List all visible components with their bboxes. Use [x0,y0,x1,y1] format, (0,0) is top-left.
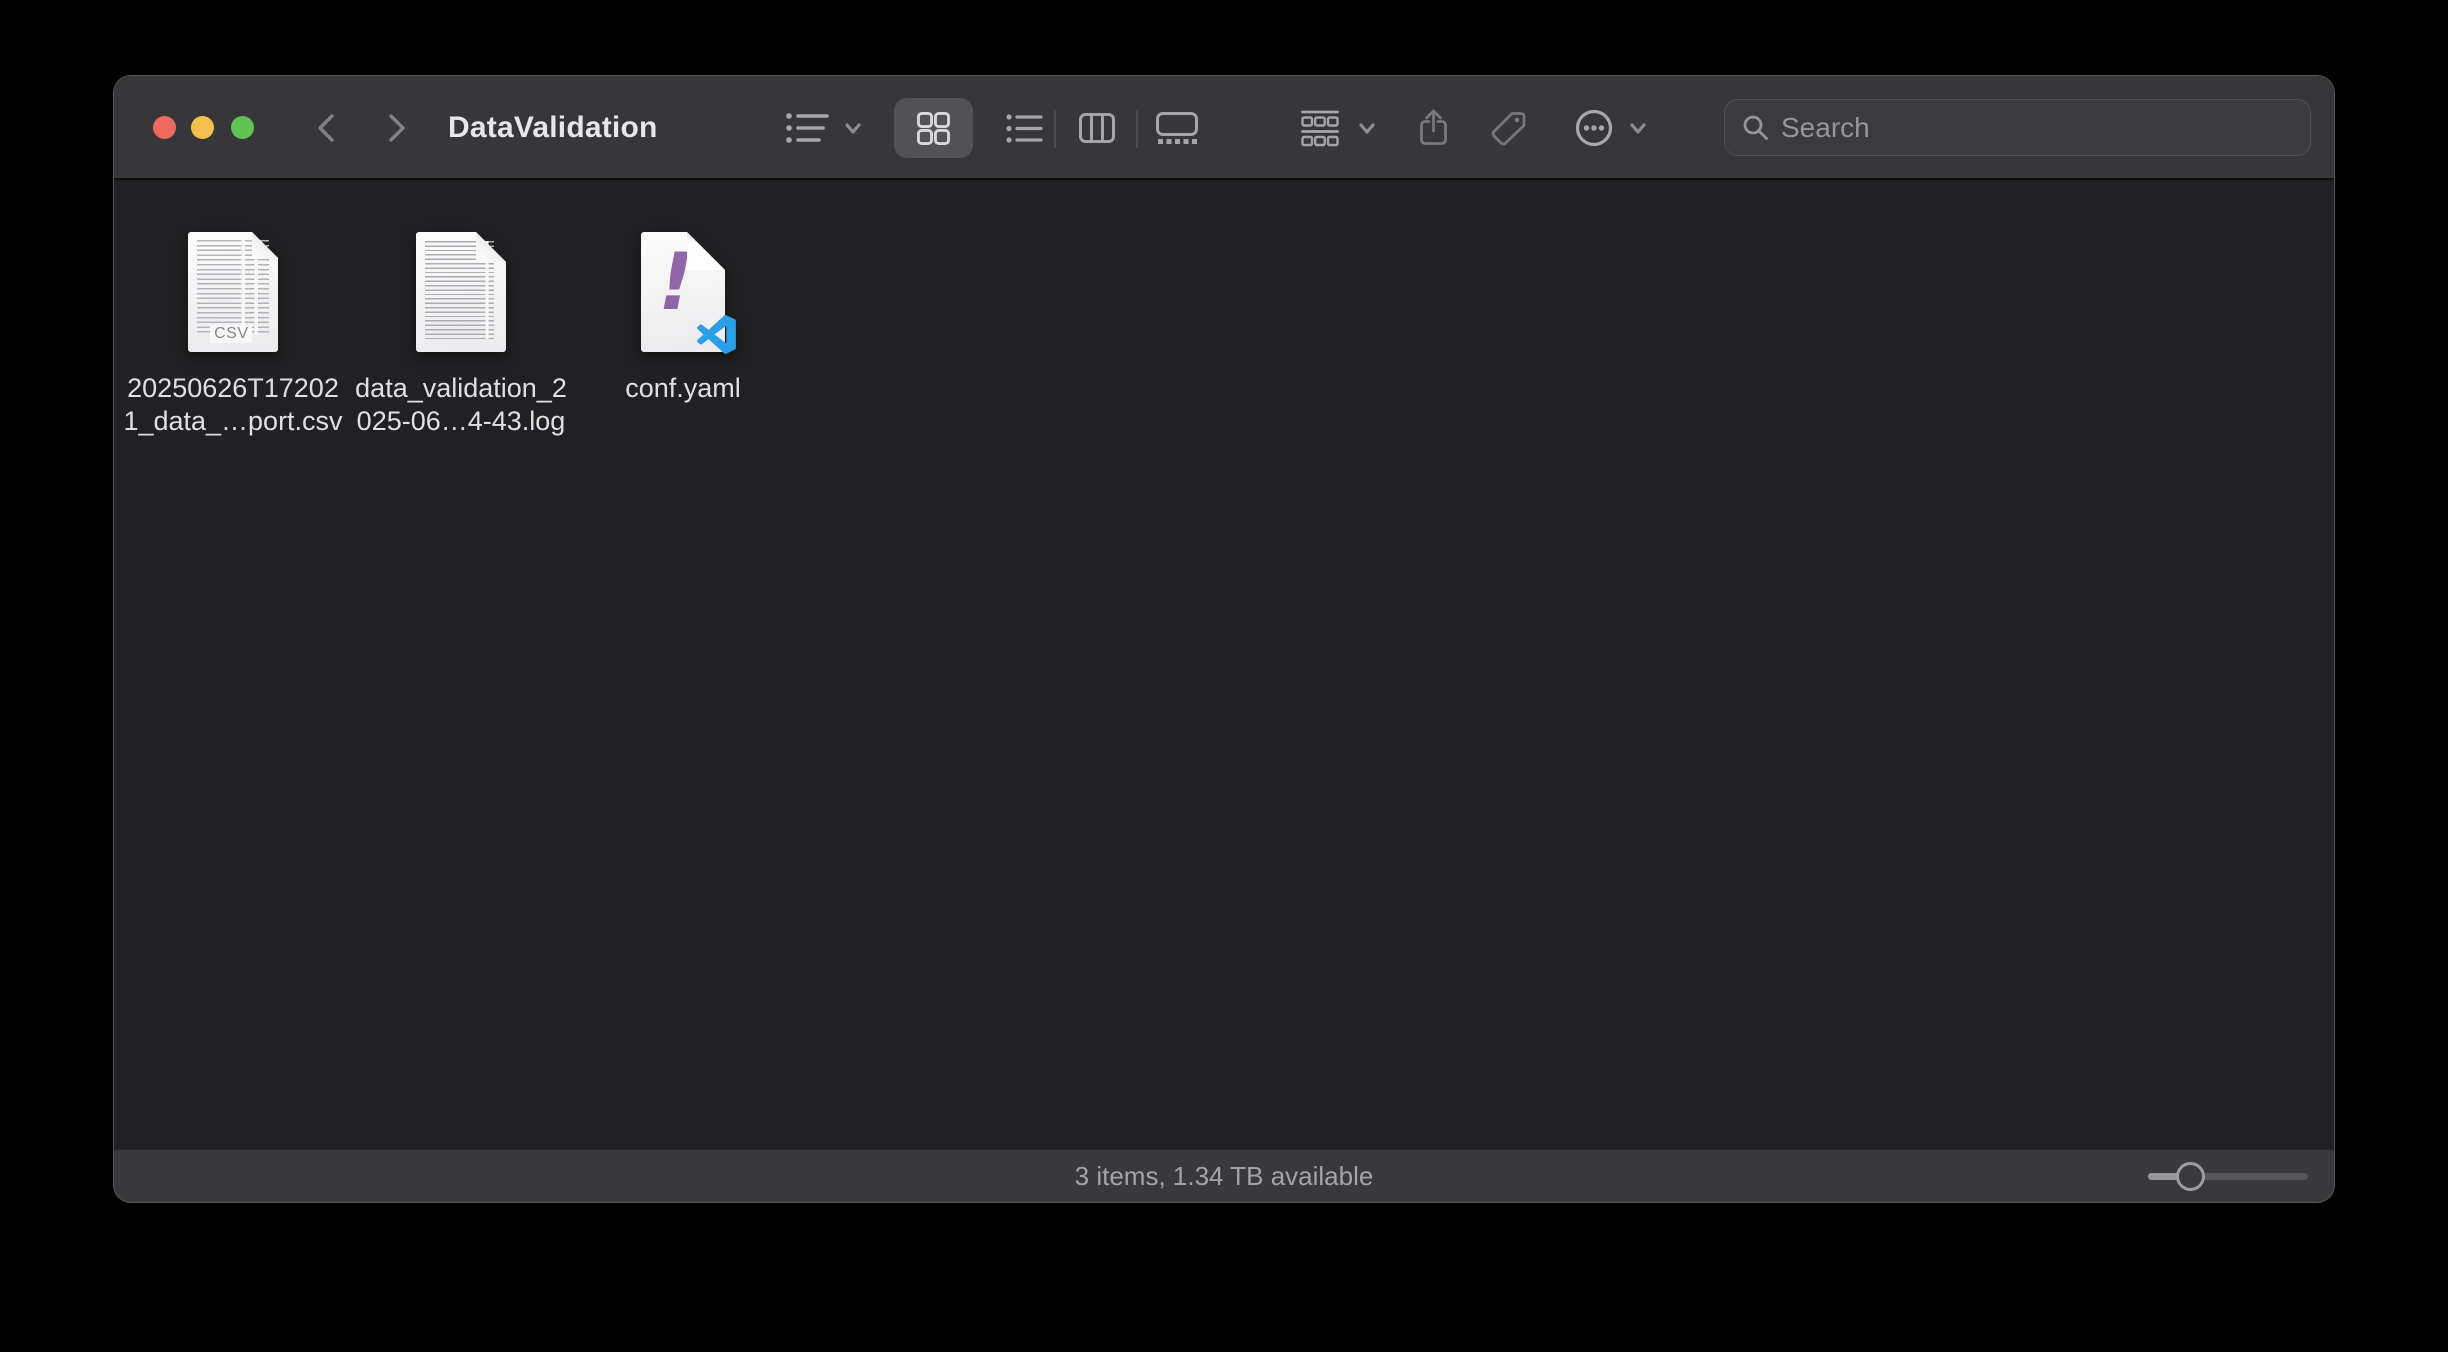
list-view-icon [1006,113,1043,144]
back-button[interactable] [317,114,335,142]
csv-badge-text: CSV [210,325,252,343]
icon-size-slider-track[interactable] [2148,1173,2308,1180]
ellipsis-circle-icon [1575,109,1613,147]
column-view-icon [1079,113,1115,143]
file-name: 20250626T17202 1_data_…port.csv [123,372,342,438]
chevron-right-icon [388,114,406,142]
toolbar-divider [1136,110,1138,148]
status-bar: 3 items, 1.34 TB available [114,1149,2334,1202]
share-button[interactable] [1419,109,1448,146]
zoom-button[interactable] [231,116,254,139]
gallery-view-button[interactable] [1156,112,1198,144]
search-input[interactable] [1781,112,2296,144]
toolbar: DataValidation [114,76,2334,180]
window-title: DataValidation [448,76,658,180]
group-chevron[interactable] [1359,123,1375,134]
csv-file-icon: CSV [188,232,278,352]
icon-size-slider-thumb[interactable] [2176,1162,2205,1191]
vscode-logo-icon [697,315,736,354]
chevron-down-icon [1630,123,1646,134]
file-name: data_validation_2 025-06…4-43.log [355,372,567,438]
more-options-button[interactable] [1575,109,1613,147]
column-view-button[interactable] [1079,113,1115,143]
chevron-left-icon [317,114,335,142]
gallery-view-icon [1156,112,1198,144]
grid-view-button[interactable] [917,112,950,145]
file-item-csv[interactable]: CSV 20250626T17202 1_data_…port.csv [121,226,345,438]
forward-button[interactable] [388,114,406,142]
file-name: conf.yaml [625,372,741,405]
status-text: 3 items, 1.34 TB available [114,1150,2334,1202]
file-item-log[interactable]: data_validation_2 025-06…4-43.log [349,226,573,438]
tag-icon [1491,111,1526,146]
grid-view-icon [917,112,950,145]
chevron-down-icon [1359,123,1375,134]
list-indent-icon [785,109,829,147]
file-item-yaml[interactable]: ! conf.yaml [571,226,795,405]
log-file-icon [416,232,506,352]
toolbar-divider [1054,110,1056,148]
view-options-chevron[interactable] [845,123,861,134]
view-options-button[interactable] [785,109,829,147]
share-icon [1419,109,1448,146]
minimize-button[interactable] [191,116,214,139]
search-icon [1742,114,1769,141]
page-fold [252,232,278,258]
more-options-chevron[interactable] [1630,123,1646,134]
group-button[interactable] [1301,110,1339,147]
group-items-icon [1301,110,1339,147]
chevron-down-icon [845,123,861,134]
file-area: CSV 20250626T17202 1_data_…port.csv data… [114,182,2334,1151]
finder-window: DataValidation [113,75,2335,1203]
tags-button[interactable] [1491,111,1526,146]
list-view-button[interactable] [1006,113,1043,144]
page-fold [476,232,506,262]
yaml-file-icon: ! [641,232,725,352]
search-field [1724,99,2311,156]
close-button[interactable] [153,116,176,139]
